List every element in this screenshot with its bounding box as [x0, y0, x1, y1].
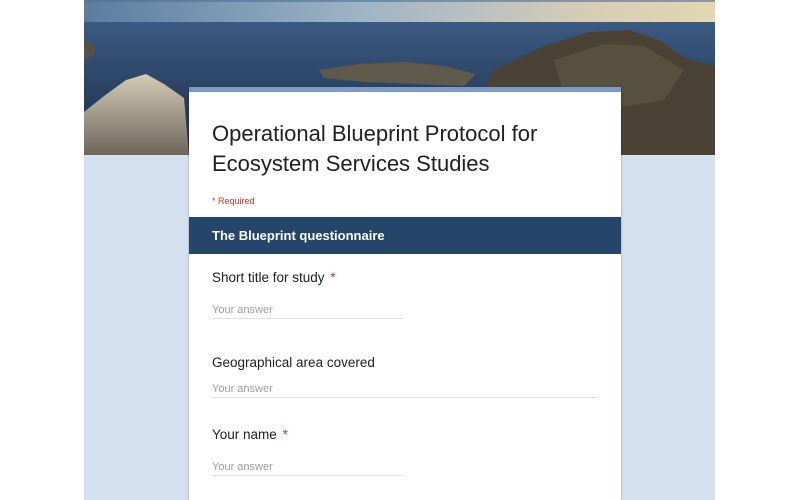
required-asterisk: * — [330, 270, 336, 285]
question-geographical-area: Geographical area covered — [212, 355, 598, 398]
form-title: Operational Blueprint Protocol for Ecosy… — [212, 121, 538, 176]
question-label-text: Geographical area covered — [212, 355, 375, 370]
question-label: Your name * — [212, 427, 288, 442]
required-note: * Required — [212, 196, 255, 206]
geographical-area-input[interactable] — [212, 380, 598, 398]
required-asterisk: * — [282, 427, 288, 442]
your-name-input[interactable] — [212, 458, 403, 476]
form-page: Operational Blueprint Protocol for Ecosy… — [0, 0, 800, 500]
question-your-name: Your name * — [212, 427, 403, 476]
question-label-text: Your name — [212, 427, 277, 442]
question-label: Short title for study * — [212, 270, 336, 285]
question-label-text: Short title for study — [212, 270, 325, 285]
form-card: Operational Blueprint Protocol for Ecosy… — [189, 87, 621, 500]
short-title-input[interactable] — [212, 301, 403, 319]
question-label: Geographical area covered — [212, 355, 375, 370]
question-short-title: Short title for study * — [212, 270, 403, 319]
section-header: The Blueprint questionnaire — [189, 217, 621, 254]
